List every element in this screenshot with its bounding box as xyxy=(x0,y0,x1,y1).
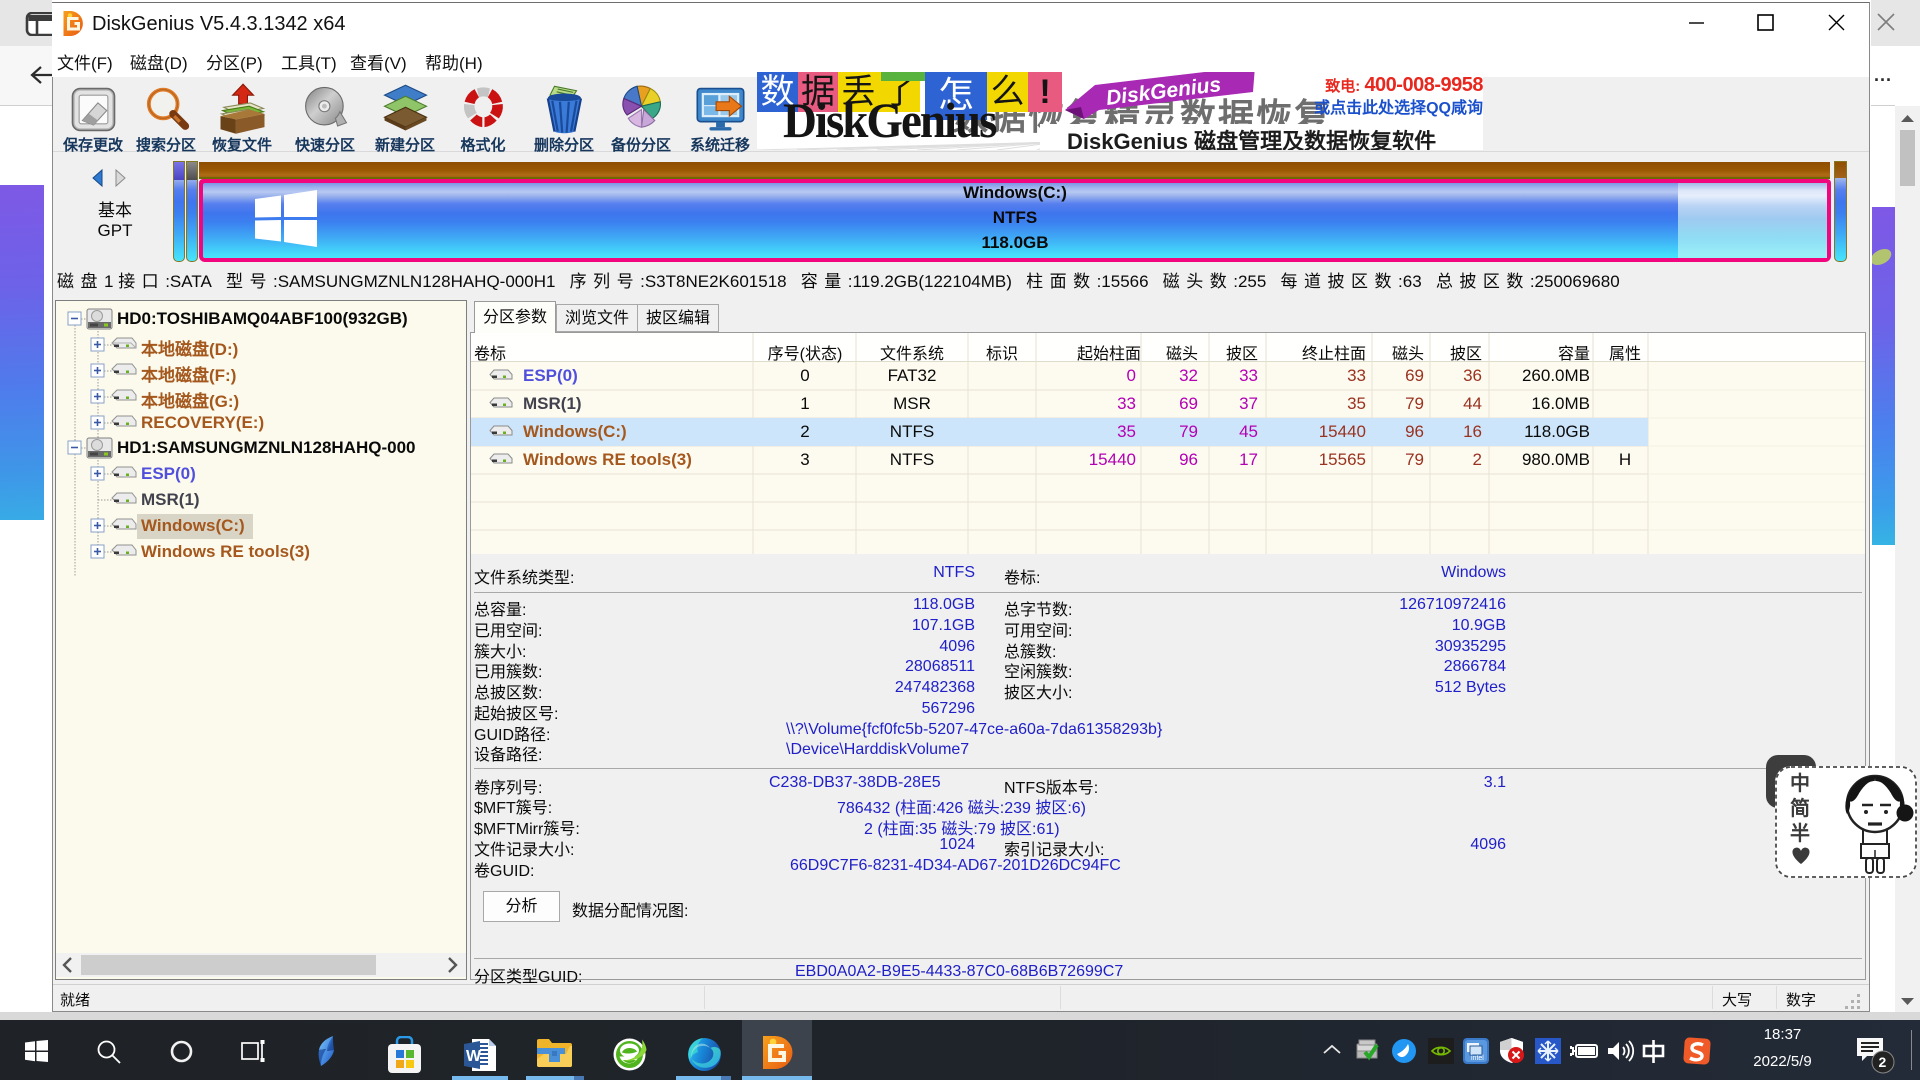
svg-text:W: W xyxy=(466,1048,482,1065)
svg-text:2: 2 xyxy=(1879,1054,1887,1070)
svg-text:intel: intel xyxy=(1471,1055,1484,1062)
